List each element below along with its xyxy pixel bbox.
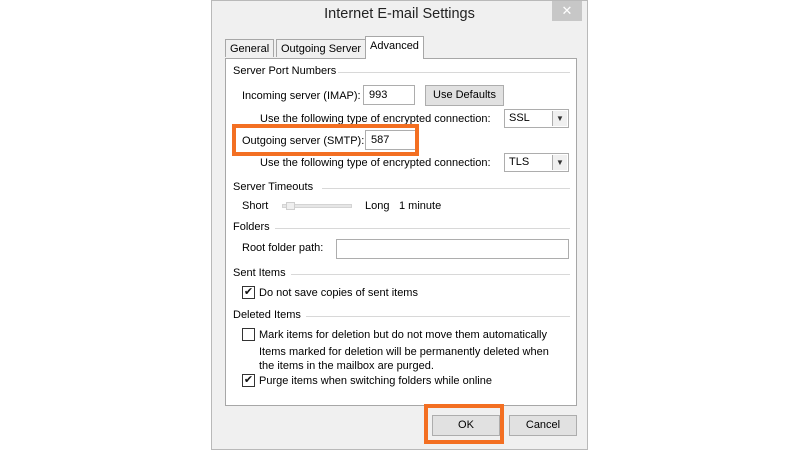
tab-general[interactable]: General [225,39,275,57]
outgoing-encryption-value: TLS [509,156,530,168]
root-folder-label: Root folder path: [242,242,324,254]
outgoing-server-label: Outgoing server (SMTP): [242,135,365,147]
internet-email-settings-dialog: Internet E-mail Settings ✕ General Outgo… [211,0,588,450]
cancel-button[interactable]: Cancel [509,415,577,436]
close-icon: ✕ [561,3,573,18]
no-save-sent-checkbox[interactable]: ✔ [242,286,255,299]
timeout-long-label: Long [365,200,390,212]
incoming-encryption-value: SSL [509,112,530,124]
window-title: Internet E-mail Settings [324,6,475,22]
section-heading-timeouts: Server Timeouts [233,181,314,193]
incoming-encryption-select[interactable]: SSL ▼ [504,109,569,128]
incoming-server-label: Incoming server (IMAP): [242,90,361,102]
outgoing-port-input[interactable]: 587 [365,130,417,150]
root-folder-input[interactable] [336,239,569,259]
divider [338,72,570,73]
purge-items-label: Purge items when switching folders while… [259,375,492,387]
slider-thumb[interactable] [286,202,295,210]
deletion-note-line1: Items marked for deletion will be perman… [259,346,549,358]
mark-deletion-checkbox[interactable] [242,328,255,341]
no-save-sent-label: Do not save copies of sent items [259,287,418,299]
mark-deletion-label: Mark items for deletion but do not move … [259,329,547,341]
use-defaults-button[interactable]: Use Defaults [425,85,504,106]
section-heading-folders: Folders [233,221,270,233]
divider [291,274,570,275]
checkmark-icon: ✔ [243,374,254,386]
timeout-value: 1 minute [399,200,442,212]
section-heading-port-numbers: Server Port Numbers [233,65,337,77]
divider [306,316,570,317]
outgoing-encryption-select[interactable]: TLS ▼ [504,153,569,172]
divider [322,188,570,189]
deletion-note-line2: the items in the mailbox are purged. [259,360,434,372]
divider [275,228,570,229]
outgoing-encryption-label: Use the following type of encrypted conn… [260,157,491,169]
section-heading-deleted-items: Deleted Items [233,309,301,321]
advanced-tab-panel: Server Port Numbers Incoming server (IMA… [225,58,577,406]
incoming-port-input[interactable]: 993 [363,85,415,105]
close-button[interactable]: ✕ [552,1,582,21]
timeout-slider[interactable] [282,202,352,210]
timeout-short-label: Short [242,200,269,212]
chevron-down-icon: ▼ [552,155,567,170]
title-bar: Internet E-mail Settings ✕ [212,1,587,31]
tab-outgoing-server[interactable]: Outgoing Server [276,39,367,57]
purge-items-checkbox[interactable]: ✔ [242,374,255,387]
checkmark-icon: ✔ [243,286,254,298]
ok-button[interactable]: OK [432,415,500,436]
section-heading-sent-items: Sent Items [233,267,286,279]
tab-advanced[interactable]: Advanced [365,36,424,59]
chevron-down-icon: ▼ [552,111,567,126]
incoming-encryption-label: Use the following type of encrypted conn… [260,113,491,125]
